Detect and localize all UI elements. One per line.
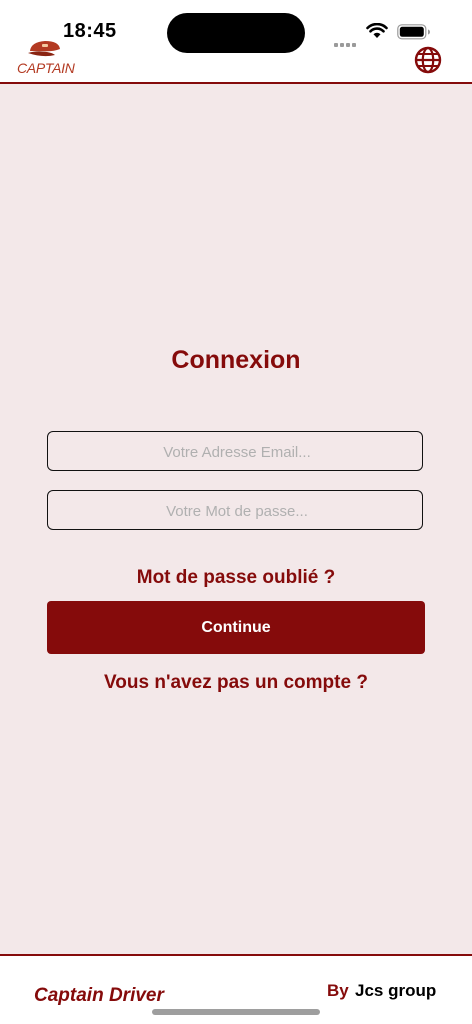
continue-button[interactable]: Continue bbox=[47, 601, 425, 654]
email-field[interactable] bbox=[47, 431, 426, 472]
email-input[interactable] bbox=[48, 432, 426, 472]
signup-link[interactable]: Vous n'avez pas un compte ? bbox=[0, 672, 472, 694]
dynamic-island bbox=[167, 13, 305, 53]
captain-hat-icon bbox=[28, 41, 60, 57]
logo-text: CAPTAIN bbox=[17, 60, 75, 76]
signal-dots-icon bbox=[334, 34, 358, 47]
home-indicator bbox=[152, 1009, 320, 1015]
wifi-icon bbox=[366, 23, 388, 38]
footer-app-name: Captain Driver bbox=[34, 985, 164, 1006]
app-header: CAPTAIN bbox=[0, 41, 472, 83]
page-title: Connexion bbox=[171, 346, 301, 374]
forgot-password-link[interactable]: Mot de passe oublié ? bbox=[0, 567, 472, 589]
footer-company: Jcs group bbox=[355, 981, 437, 1000]
login-screen: Connexion Mot de passe oublié ? Continue… bbox=[0, 84, 472, 954]
password-input[interactable] bbox=[48, 491, 426, 531]
footer-by-label: By bbox=[327, 981, 349, 1000]
globe-icon[interactable] bbox=[413, 45, 443, 75]
password-field[interactable] bbox=[47, 490, 426, 531]
battery-icon bbox=[397, 24, 430, 40]
captain-logo: CAPTAIN bbox=[17, 34, 75, 80]
